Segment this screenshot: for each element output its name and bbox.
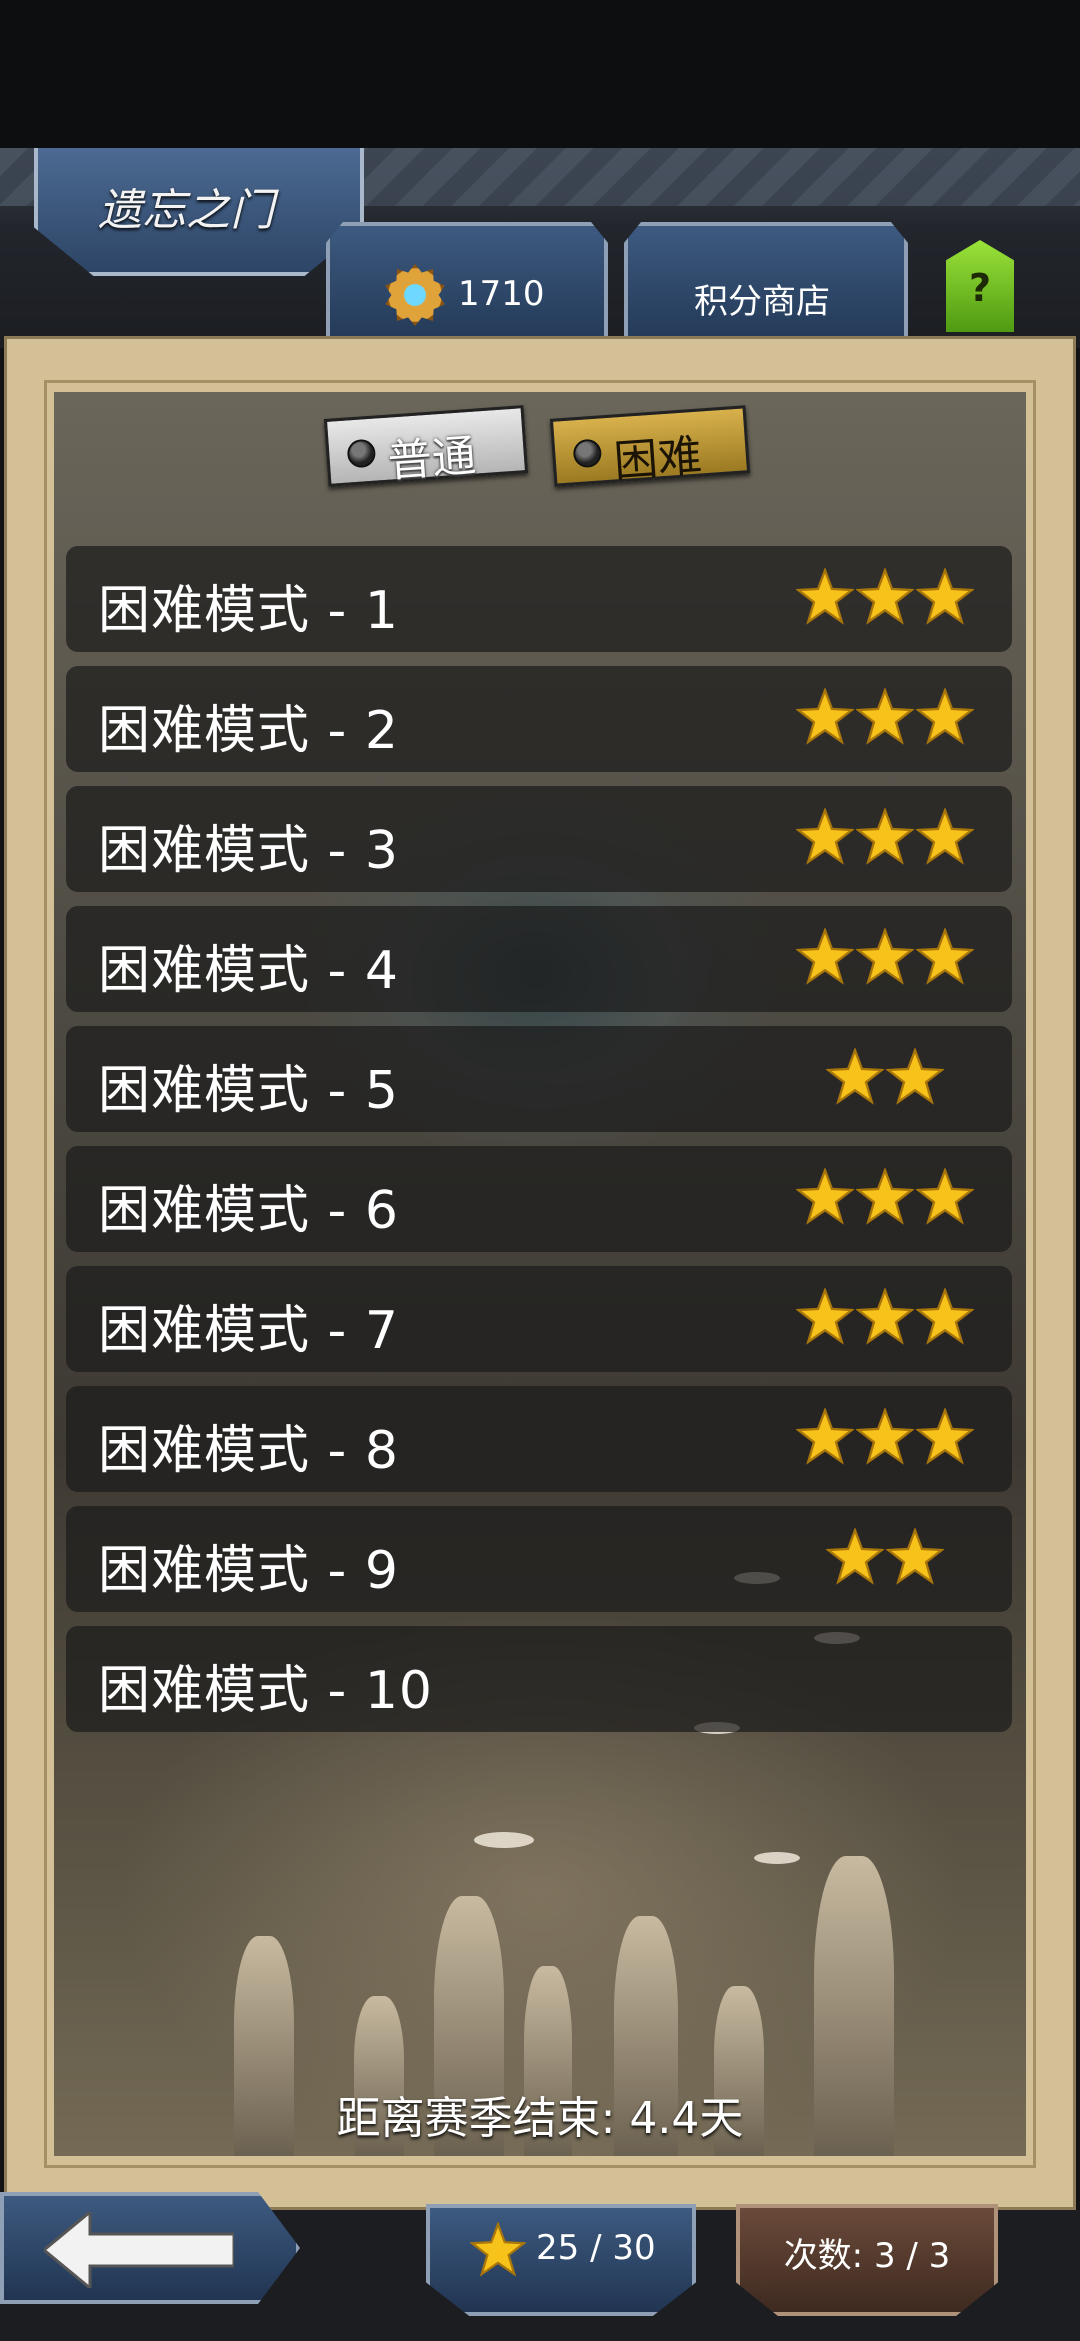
bird-decoration bbox=[754, 1852, 800, 1864]
star-icon bbox=[856, 928, 914, 985]
star-icon bbox=[886, 1528, 944, 1585]
star-icon bbox=[916, 1288, 974, 1345]
star-icon bbox=[886, 1048, 944, 1105]
points-value: 1710 bbox=[458, 274, 545, 314]
level-row[interactable]: 困难模式 - 7 bbox=[66, 1266, 1012, 1372]
season-countdown: 距离赛季结束: 4.4天 bbox=[336, 2093, 744, 2144]
star-icon bbox=[916, 688, 974, 745]
level-name: 困难模式 - 7 bbox=[98, 1301, 399, 1361]
star-icon bbox=[796, 1168, 854, 1225]
level-row[interactable]: 困难模式 - 10 bbox=[66, 1626, 1012, 1732]
level-name: 困难模式 - 6 bbox=[98, 1181, 399, 1241]
attempts-value: 次数: 3 / 3 bbox=[783, 2236, 951, 2276]
star-rating bbox=[796, 1408, 974, 1468]
star-icon bbox=[796, 928, 854, 985]
star-icon bbox=[856, 568, 914, 625]
star-icon bbox=[916, 568, 974, 625]
star-icon bbox=[796, 1408, 854, 1465]
level-name: 困难模式 - 5 bbox=[98, 1061, 399, 1121]
star-icon bbox=[916, 1168, 974, 1225]
level-name: 困难模式 - 3 bbox=[98, 821, 399, 881]
star-icon bbox=[796, 688, 854, 745]
star-icon bbox=[916, 808, 974, 865]
star-icon bbox=[916, 928, 974, 985]
shop-button-label[interactable]: 积分商店 bbox=[624, 274, 900, 323]
toggle-dot-icon bbox=[346, 438, 377, 469]
star-icon bbox=[826, 1528, 884, 1585]
star-icon bbox=[856, 1288, 914, 1345]
star-icon bbox=[796, 568, 854, 625]
tab-normal-label: 普通 bbox=[386, 430, 478, 488]
level-row[interactable]: 困难模式 - 9 bbox=[66, 1506, 1012, 1612]
star-icon bbox=[916, 1408, 974, 1465]
star-rating bbox=[796, 1288, 974, 1348]
star-icon bbox=[796, 1288, 854, 1345]
star-rating bbox=[796, 928, 974, 988]
level-row[interactable]: 困难模式 - 5 bbox=[66, 1026, 1012, 1132]
toggle-dot-icon bbox=[572, 438, 603, 469]
star-icon bbox=[856, 1408, 914, 1465]
level-row[interactable]: 困难模式 - 3 bbox=[66, 786, 1012, 892]
page-title: 遗忘之门 bbox=[98, 185, 274, 236]
star-icon bbox=[856, 1168, 914, 1225]
star-icon bbox=[856, 808, 914, 865]
help-icon[interactable]: ? bbox=[946, 266, 1014, 310]
tab-normal[interactable]: 普通 bbox=[323, 405, 529, 488]
level-name: 困难模式 - 2 bbox=[98, 701, 399, 761]
level-name: 困难模式 - 8 bbox=[98, 1421, 399, 1481]
level-row[interactable]: 困难模式 - 6 bbox=[66, 1146, 1012, 1252]
bird-decoration bbox=[474, 1832, 534, 1848]
star-rating bbox=[796, 808, 974, 868]
level-row[interactable]: 困难模式 - 2 bbox=[66, 666, 1012, 772]
level-name: 困难模式 - 1 bbox=[98, 581, 399, 641]
level-row[interactable]: 困难模式 - 1 bbox=[66, 546, 1012, 652]
stars-total-value: 25 / 30 bbox=[536, 2228, 656, 2268]
status-area bbox=[0, 0, 1080, 148]
level-name: 困难模式 - 10 bbox=[98, 1661, 433, 1721]
tab-hard[interactable]: 困难 bbox=[549, 405, 751, 488]
star-icon bbox=[826, 1048, 884, 1105]
level-name: 困难模式 - 9 bbox=[98, 1541, 399, 1601]
star-rating bbox=[796, 1168, 974, 1228]
back-arrow-icon[interactable] bbox=[44, 2212, 234, 2288]
star-rating bbox=[826, 1048, 944, 1108]
tab-hard-label: 困难 bbox=[612, 430, 704, 488]
level-row[interactable]: 困难模式 - 8 bbox=[66, 1386, 1012, 1492]
star-rating bbox=[826, 1528, 944, 1588]
star-rating bbox=[796, 688, 974, 748]
star-rating bbox=[796, 568, 974, 628]
star-icon bbox=[470, 2222, 526, 2277]
level-row[interactable]: 困难模式 - 4 bbox=[66, 906, 1012, 1012]
star-icon bbox=[796, 808, 854, 865]
level-name: 困难模式 - 4 bbox=[98, 941, 399, 1001]
star-icon bbox=[856, 688, 914, 745]
